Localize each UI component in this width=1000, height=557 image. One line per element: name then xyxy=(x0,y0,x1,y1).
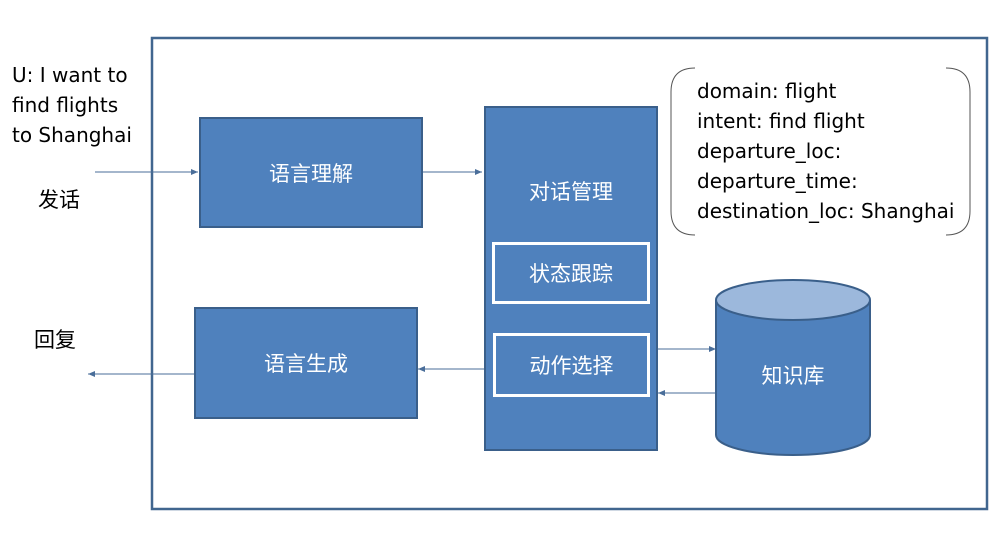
nlg-label: 语言生成 xyxy=(264,352,348,376)
utterance-line: U: I want to xyxy=(12,63,128,87)
dialogue-system-diagram: U: I want to find flights to Shanghai 发话… xyxy=(0,0,1000,557)
nlu-box: 语言理解 xyxy=(199,117,423,228)
slot-domain: domain: flight xyxy=(697,79,837,103)
state-tracking-box: 状态跟踪 xyxy=(492,242,650,304)
action-selection-label: 动作选择 xyxy=(529,354,614,378)
state-tracking-label: 状态跟踪 xyxy=(529,262,613,286)
user-utterance: U: I want to find flights to Shanghai xyxy=(12,60,132,150)
utterance-line: to Shanghai xyxy=(12,123,132,147)
action-selection-box: 动作选择 xyxy=(493,333,650,397)
slot-intent: intent: find flight xyxy=(697,109,865,133)
dm-label: 对话管理 xyxy=(529,180,613,204)
slot-destination-loc: destination_loc: Shanghai xyxy=(697,199,955,223)
nlg-box: 语言生成 xyxy=(194,307,418,419)
reply-label: 回复 xyxy=(34,328,76,352)
slot-departure-time: departure_time: xyxy=(697,169,858,193)
utterance-line: find flights xyxy=(12,93,119,117)
slot-departure-loc: departure_loc: xyxy=(697,139,842,163)
state-frame: domain: flight intent: find flight depar… xyxy=(697,76,954,226)
knowledge-base-label: 知识库 xyxy=(761,364,825,388)
nlu-label: 语言理解 xyxy=(269,161,353,186)
speak-label: 发话 xyxy=(38,188,80,212)
